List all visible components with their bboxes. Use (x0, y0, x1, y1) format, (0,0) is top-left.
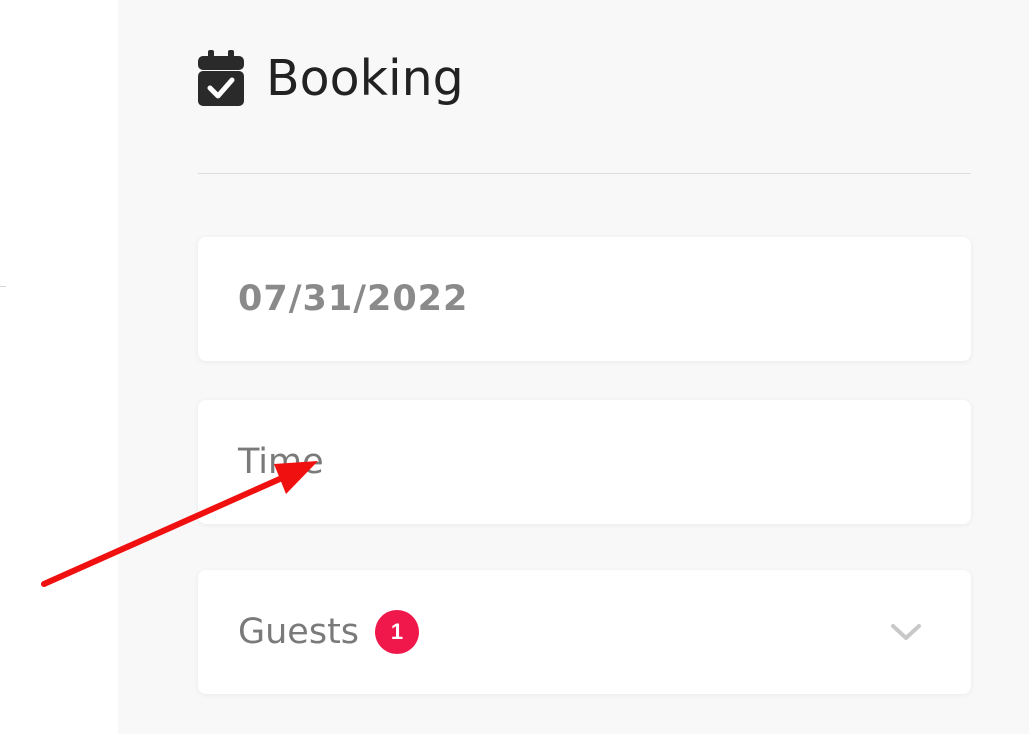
chevron-down-icon[interactable] (889, 621, 923, 643)
booking-header: Booking (198, 50, 464, 106)
time-placeholder: Time (238, 442, 324, 482)
calendar-check-icon (198, 50, 244, 106)
guests-label: Guests (238, 612, 360, 652)
left-edge-tick (0, 286, 6, 287)
time-field[interactable]: Time (198, 400, 971, 524)
page-title: Booking (266, 49, 464, 107)
left-blank-area (0, 0, 118, 734)
page: Booking 07/31/2022 Time Guests 1 (0, 0, 1029, 734)
header-divider (198, 173, 971, 174)
guests-count-badge: 1 (375, 610, 420, 654)
date-value: 07/31/2022 (238, 279, 469, 319)
guests-select[interactable]: Guests 1 (198, 570, 971, 694)
booking-panel: Booking 07/31/2022 Time Guests 1 (118, 0, 1029, 734)
date-field[interactable]: 07/31/2022 (198, 237, 971, 361)
